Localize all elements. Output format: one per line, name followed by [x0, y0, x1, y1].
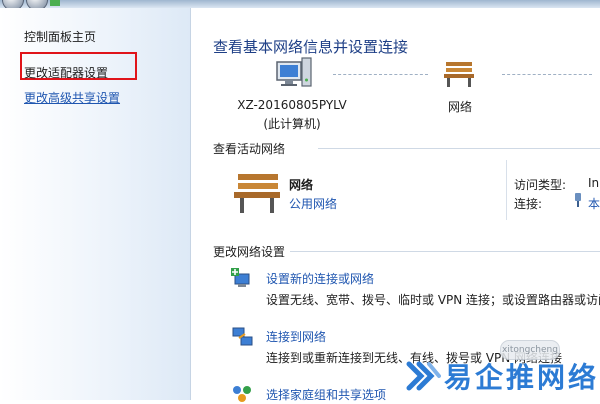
active-network-name: 网络 [289, 178, 314, 192]
access-type-label: 访问类型: [514, 178, 567, 192]
section-divider [290, 251, 600, 252]
network-type-link[interactable]: 公用网络 [289, 195, 337, 212]
homegroup-icon [233, 386, 251, 402]
network-map-label: 网络 [447, 100, 472, 114]
change-settings-heading: 更改网络设置 [213, 245, 286, 259]
address-icon [50, 0, 60, 6]
computer-icon [276, 57, 312, 87]
window-top-strip [0, 0, 600, 8]
connect-network-icon [232, 327, 253, 346]
map-connector [333, 74, 428, 76]
task-new-connection-desc: 设置无线、宽带、拨号、临时或 VPN 连接；或设置路由器或访问 [266, 293, 600, 307]
vertical-divider [506, 160, 507, 220]
active-network-bench-icon [234, 174, 280, 213]
computer-subtitle: (此计算机) [263, 117, 321, 131]
watermark-text: 易企推网络 [444, 361, 600, 394]
sidebar-item-advanced-sharing[interactable]: 更改高级共享设置 [24, 89, 120, 106]
new-connection-icon [231, 268, 250, 287]
sidebar-item-home[interactable]: 控制面板主页 [24, 28, 96, 45]
access-type-value: In [588, 176, 600, 190]
task-connect-network-link[interactable]: 连接到网络 [266, 328, 326, 345]
section-divider [318, 148, 600, 149]
task-new-connection-link[interactable]: 设置新的连接或网络 [266, 270, 374, 287]
network-bench-icon [444, 62, 474, 87]
watermark-logo-icon [406, 361, 441, 391]
active-networks-heading: 查看活动网络 [213, 142, 286, 156]
connection-value-link[interactable]: 本 [588, 195, 600, 212]
task-homegroup-link[interactable]: 选择家庭组和共享选项 [266, 386, 386, 403]
map-connector [502, 74, 592, 76]
computer-name: XZ-20160805PYLV [237, 98, 347, 112]
connection-label: 连接: [514, 197, 543, 211]
sidebar-item-adapter-settings[interactable]: 更改适配器设置 [24, 64, 108, 81]
ethernet-icon [575, 193, 581, 207]
